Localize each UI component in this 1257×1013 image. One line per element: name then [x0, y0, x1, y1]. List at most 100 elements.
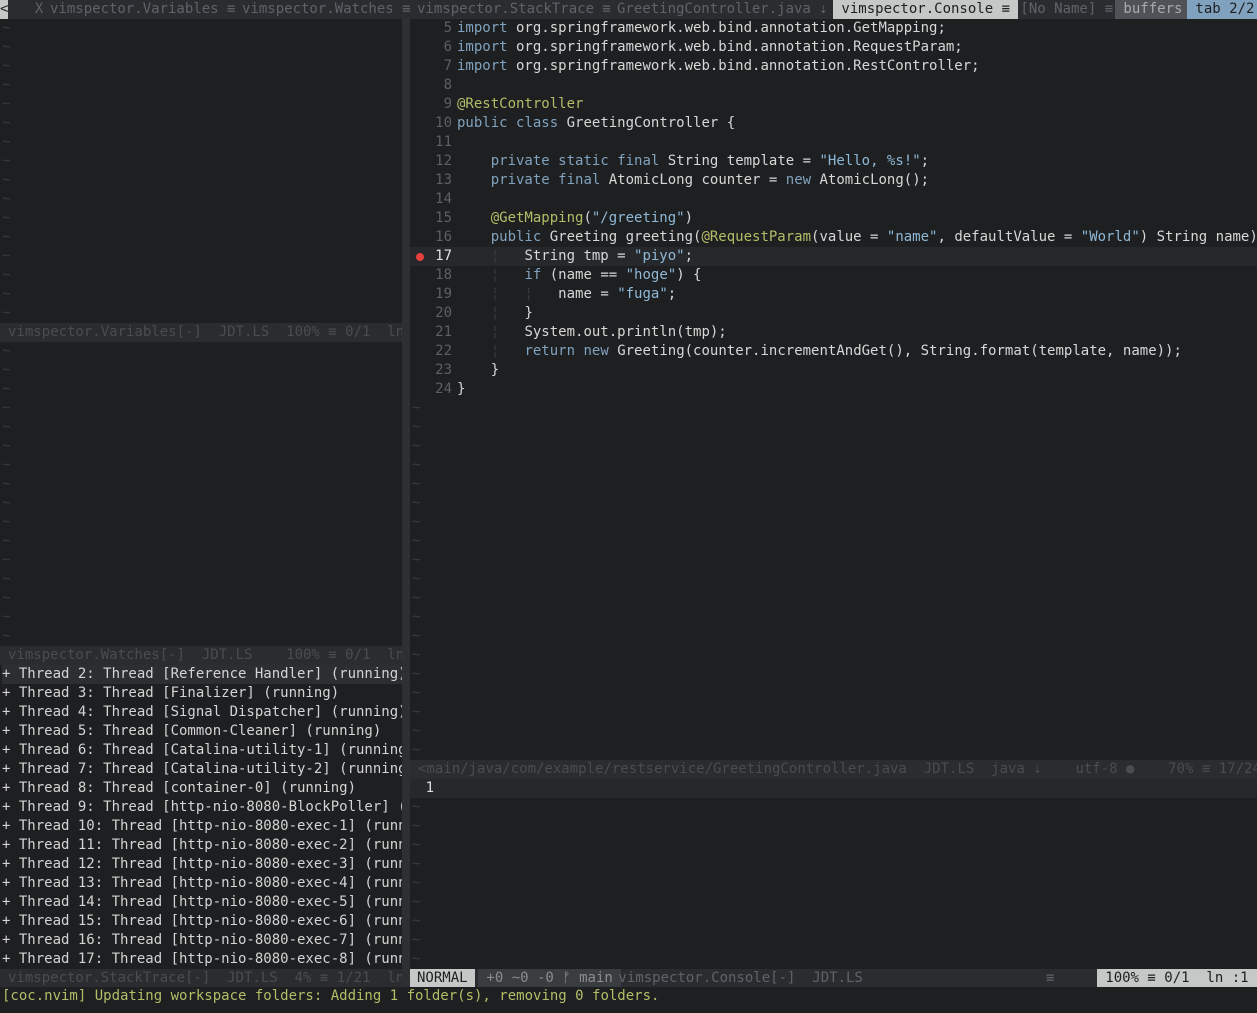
- command-line-message: [coc.nvim] Updating workspace folders: A…: [0, 987, 1257, 1013]
- thread-item[interactable]: + Thread 11: Thread [http-nio-8080-exec-…: [2, 836, 402, 855]
- code-line[interactable]: private final AtomicLong counter = new A…: [457, 171, 929, 190]
- variables-empty-line: ~: [2, 191, 11, 207]
- thread-item[interactable]: + Thread 16: Thread [http-nio-8080-exec-…: [2, 931, 402, 950]
- code-empty-line: ~: [412, 647, 421, 663]
- thread-item[interactable]: + Thread 8: Thread [container-0] (runnin…: [2, 779, 402, 798]
- console-current-line: [410, 779, 1257, 798]
- code-empty-line: ~: [412, 609, 421, 625]
- thread-item[interactable]: + Thread 7: Thread [Catalina-utility-2] …: [2, 760, 402, 779]
- watches-empty-line: ~: [2, 438, 11, 454]
- code-line[interactable]: ¦ }: [457, 304, 533, 323]
- thread-item[interactable]: + Thread 12: Thread [http-nio-8080-exec-…: [2, 855, 402, 874]
- console-empty-line: ~: [412, 837, 421, 853]
- line-number: 24: [435, 381, 452, 397]
- console-empty-line: ~: [412, 799, 421, 815]
- thread-item[interactable]: + Thread 17: Thread [http-nio-8080-exec-…: [2, 950, 402, 969]
- line-number: 21: [435, 324, 452, 340]
- console-status-line: NORMAL +0 ~0 -0 ᚠ main vimspector.Consol…: [410, 969, 1257, 988]
- cursor-position: 100% ≡ 0/1 ln :1: [1096, 969, 1257, 988]
- tab-5[interactable]: GreetingController.java ⇣: [617, 0, 836, 19]
- watches-empty-line: ~: [2, 609, 11, 625]
- tab-6[interactable]: vimspector.Console ≡: [833, 0, 1019, 19]
- line-number: 22: [435, 343, 452, 359]
- thread-item[interactable]: + Thread 6: Thread [Catalina-utility-1] …: [2, 741, 402, 760]
- variables-empty-line: ~: [2, 267, 11, 283]
- tab-7[interactable]: [No Name] ≡: [1012, 0, 1122, 19]
- code-line[interactable]: @RestController: [457, 95, 583, 114]
- code-empty-line: ~: [412, 571, 421, 587]
- code-empty-line: ~: [412, 704, 421, 720]
- code-empty-line: ~: [412, 495, 421, 511]
- watches-empty-line: ~: [2, 457, 11, 473]
- code-line[interactable]: @GetMapping("/greeting"): [457, 209, 693, 228]
- variables-empty-line: ~: [2, 96, 11, 112]
- tab-0[interactable]: <: [0, 0, 9, 19]
- line-number: 20: [435, 305, 452, 321]
- tab-2[interactable]: vimspector.Variables ≡: [50, 0, 244, 19]
- line-number: 18: [435, 267, 452, 283]
- tab-8[interactable]: buffers: [1115, 0, 1191, 19]
- variables-empty-line: ~: [2, 115, 11, 131]
- watches-empty-line: ~: [2, 343, 11, 359]
- code-line[interactable]: import org.springframework.web.bind.anno…: [457, 57, 980, 76]
- tab-3[interactable]: vimspector.Watches ≡: [242, 0, 419, 19]
- tab-line: < X vimspector.Variables ≡ vimspector.Wa…: [0, 0, 1257, 19]
- code-empty-line: ~: [412, 552, 421, 568]
- code-line[interactable]: ¦ ¦ name = "fuga";: [457, 285, 676, 304]
- watches-empty-line: ~: [2, 419, 11, 435]
- variables-empty-line: ~: [2, 58, 11, 74]
- tab-4[interactable]: vimspector.StackTrace ≡: [417, 0, 619, 19]
- stacktrace-status-line: vimspector.StackTrace[-] JDT.LS 4% ≡ 1/2…: [0, 969, 402, 988]
- stacktrace-pane[interactable]: + Thread 2: Thread [Reference Handler] (…: [0, 665, 402, 969]
- code-line[interactable]: import org.springframework.web.bind.anno…: [457, 19, 946, 38]
- code-line[interactable]: }: [457, 380, 465, 399]
- code-line[interactable]: ¦ if (name == "hoge") {: [457, 266, 702, 285]
- thread-item[interactable]: + Thread 14: Thread [http-nio-8080-exec-…: [2, 893, 402, 912]
- vertical-split[interactable]: [402, 19, 410, 994]
- console-empty-line: ~: [412, 913, 421, 929]
- line-number: 11: [435, 134, 452, 150]
- code-line[interactable]: ¦ return new Greeting(counter.incrementA…: [457, 342, 1182, 361]
- code-empty-line: ~: [412, 419, 421, 435]
- line-number: 23: [435, 362, 452, 378]
- watches-empty-line: ~: [2, 514, 11, 530]
- watches-empty-line: ~: [2, 400, 11, 416]
- code-line[interactable]: public class GreetingController {: [457, 114, 735, 133]
- line-number: 9: [443, 96, 452, 112]
- code-line[interactable]: public Greeting greeting(@RequestParam(v…: [457, 228, 1257, 247]
- watches-empty-line: ~: [2, 628, 11, 644]
- variables-empty-line: ~: [2, 39, 11, 55]
- variables-empty-line: ~: [2, 172, 11, 188]
- variables-empty-line: ~: [2, 305, 11, 321]
- console-empty-line: ~: [412, 875, 421, 891]
- console-empty-line: ~: [412, 932, 421, 948]
- line-number: 16: [435, 229, 452, 245]
- code-editor[interactable]: 5 import org.springframework.web.bind.ann…: [410, 19, 1257, 760]
- code-empty-line: ~: [412, 666, 421, 682]
- code-line[interactable]: ¦ String tmp = "piyo";: [457, 247, 693, 266]
- thread-item[interactable]: + Thread 4: Thread [Signal Dispatcher] (…: [2, 703, 402, 722]
- line-number: 8: [443, 77, 452, 93]
- console-empty-line: ~: [412, 894, 421, 910]
- code-empty-line: ~: [412, 438, 421, 454]
- thread-item[interactable]: + Thread 5: Thread [Common-Cleaner] (run…: [2, 722, 402, 741]
- code-status-line: <main/java/com/example/restservice/Greet…: [410, 760, 1257, 779]
- thread-item[interactable]: + Thread 15: Thread [http-nio-8080-exec-…: [2, 912, 402, 931]
- thread-item[interactable]: + Thread 10: Thread [http-nio-8080-exec-…: [2, 817, 402, 836]
- code-line[interactable]: import org.springframework.web.bind.anno…: [457, 38, 963, 57]
- code-line[interactable]: ¦ System.out.println(tmp);: [457, 323, 727, 342]
- thread-item[interactable]: + Thread 2: Thread [Reference Handler] (…: [2, 665, 402, 684]
- thread-item[interactable]: + Thread 3: Thread [Finalizer] (running): [2, 684, 402, 703]
- code-empty-line: ~: [412, 400, 421, 416]
- thread-item[interactable]: + Thread 13: Thread [http-nio-8080-exec-…: [2, 874, 402, 893]
- line-number: 15: [435, 210, 452, 226]
- code-line[interactable]: private static final String template = "…: [457, 152, 929, 171]
- console-empty-line: ~: [412, 856, 421, 872]
- thread-item[interactable]: + Thread 9: Thread [http-nio-8080-BlockP…: [2, 798, 402, 817]
- code-line[interactable]: }: [457, 361, 499, 380]
- tab-9[interactable]: tab 2/2: [1187, 0, 1257, 19]
- variables-pane[interactable]: ~ ~ ~ ~ ~ ~ ~ ~ ~ ~ ~ ~ ~ ~ ~ ~: [0, 19, 402, 323]
- console-pane[interactable]: 1 ~ ~ ~ ~ ~ ~ ~ ~ ~: [410, 779, 1257, 969]
- watches-empty-line: ~: [2, 381, 11, 397]
- watches-pane[interactable]: ~ ~ ~ ~ ~ ~ ~ ~ ~ ~ ~ ~ ~ ~ ~ ~: [0, 342, 402, 646]
